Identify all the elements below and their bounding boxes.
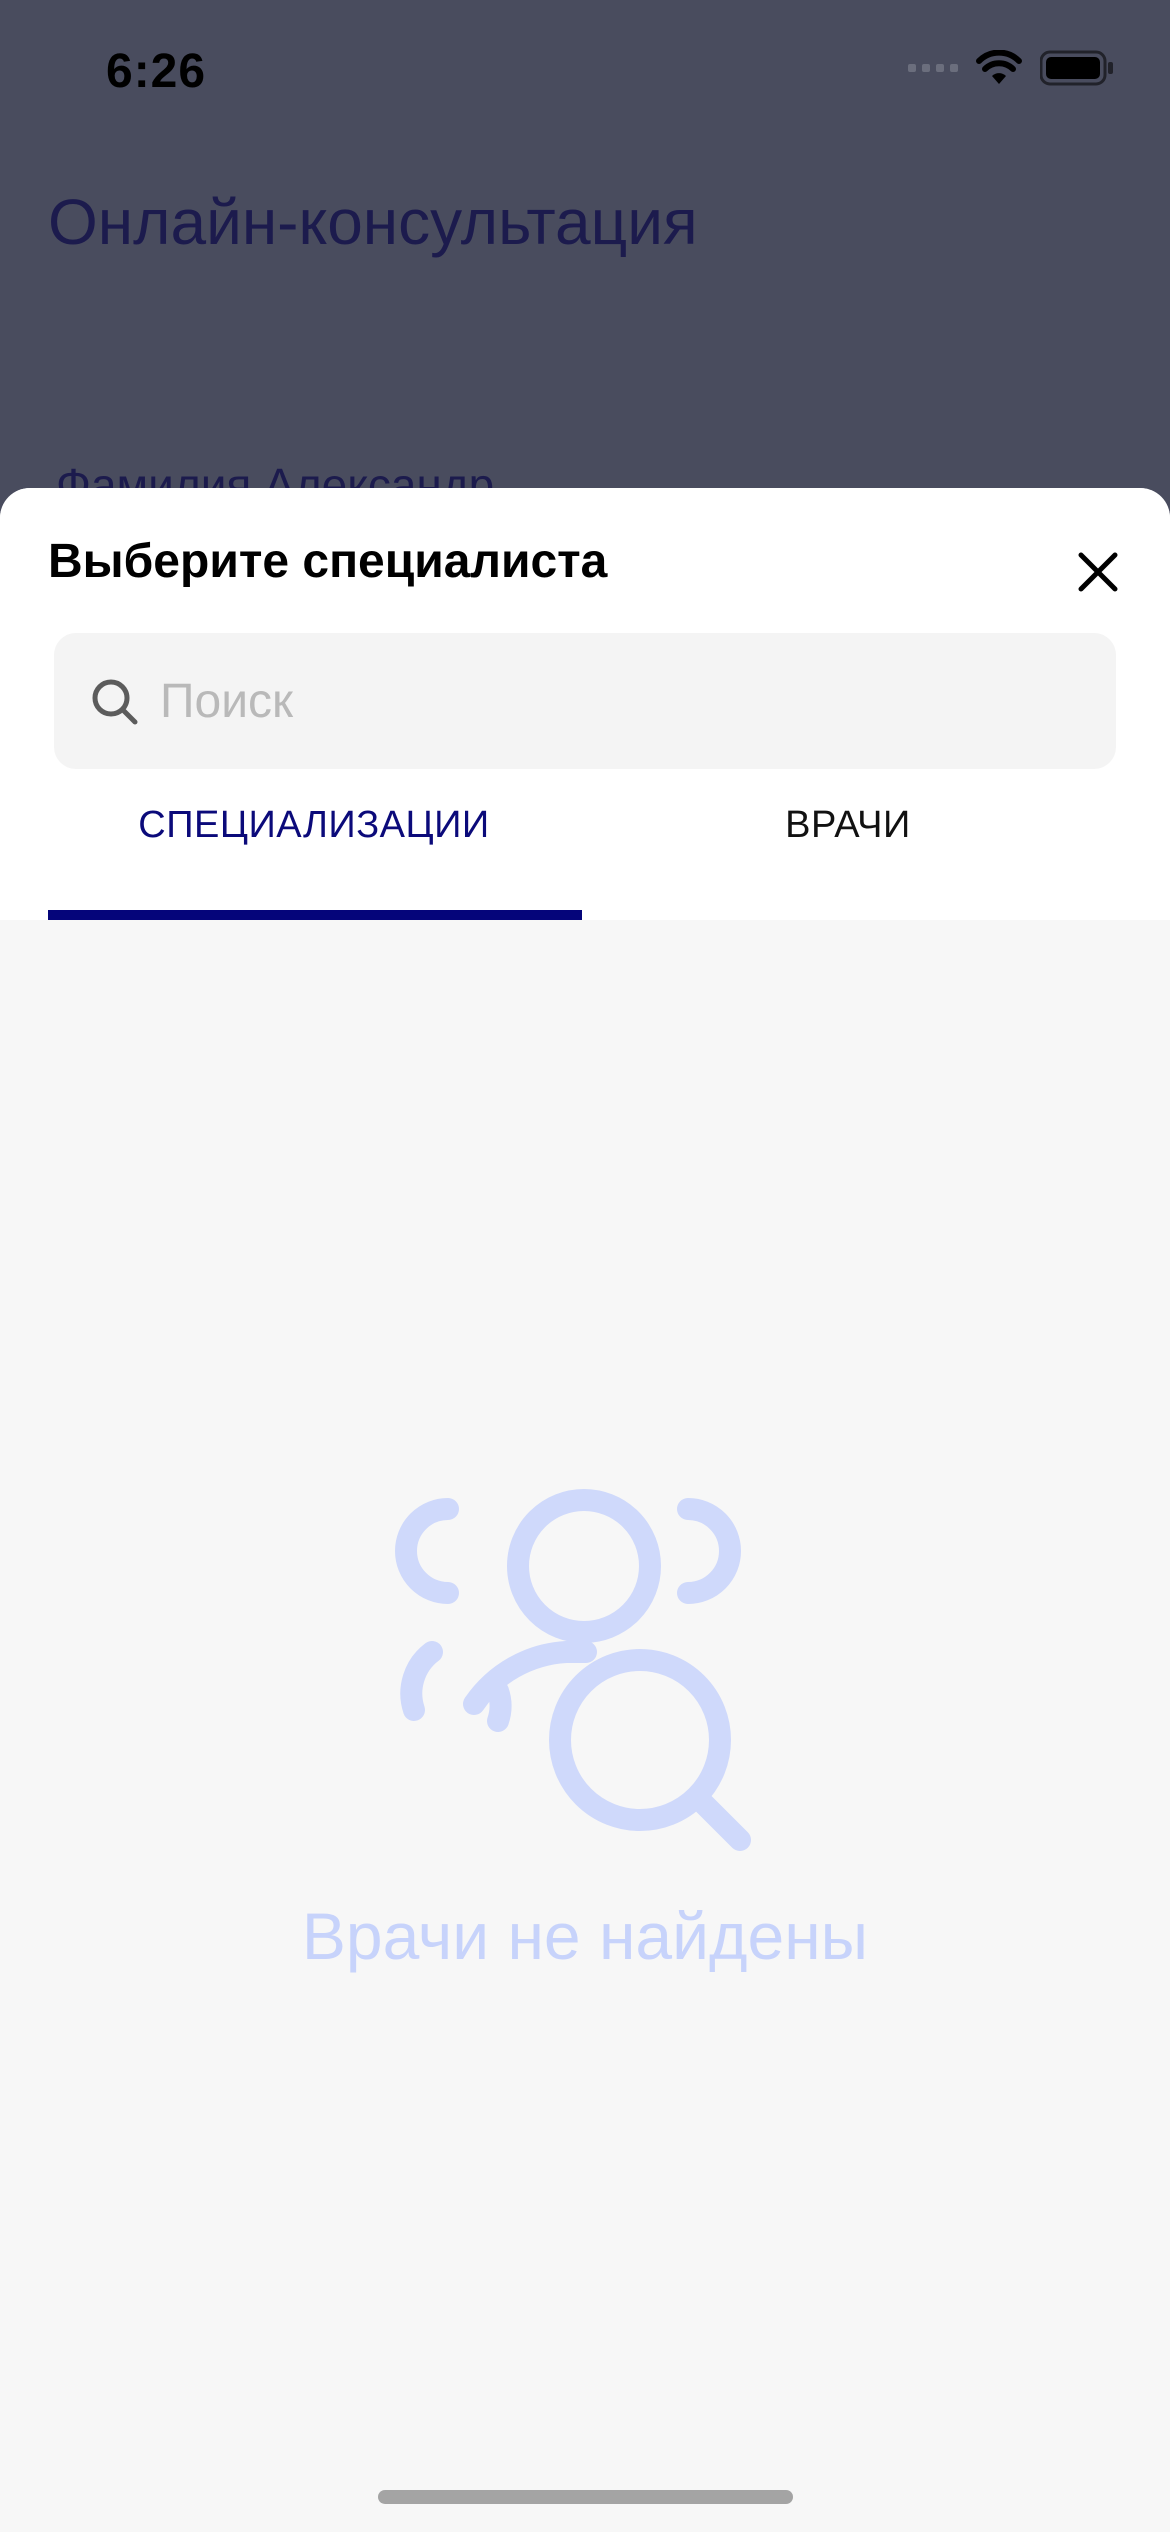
doctors-search-icon xyxy=(395,1489,751,1851)
active-tab-indicator xyxy=(48,910,582,920)
sheet-title: Выберите специалиста xyxy=(48,535,608,588)
background-page-title: Онлайн-консультация xyxy=(48,186,698,258)
tab-specializations[interactable]: СПЕЦИАЛИЗАЦИИ xyxy=(48,804,580,847)
specialist-picker-sheet: Выберите специалиста СПЕЦИАЛИЗАЦИИ ВРАЧИ xyxy=(0,488,1170,2532)
cellular-signal-icon xyxy=(908,64,958,72)
search-input[interactable] xyxy=(160,633,1090,769)
sheet-header: Выберите специалиста СПЕЦИАЛИЗАЦИИ ВРАЧИ xyxy=(0,488,1170,920)
tab-doctors[interactable]: ВРАЧИ xyxy=(582,804,1114,847)
empty-state-message: Врачи не найдены xyxy=(301,1899,869,1973)
status-time: 6:26 xyxy=(106,45,207,98)
status-icons xyxy=(908,50,1114,86)
wifi-icon xyxy=(976,50,1022,84)
home-indicator[interactable] xyxy=(378,2490,793,2504)
search-box[interactable] xyxy=(54,633,1116,769)
battery-icon xyxy=(1040,50,1113,86)
search-icon xyxy=(92,679,138,725)
close-icon xyxy=(1078,552,1118,592)
close-button[interactable] xyxy=(1068,542,1128,602)
